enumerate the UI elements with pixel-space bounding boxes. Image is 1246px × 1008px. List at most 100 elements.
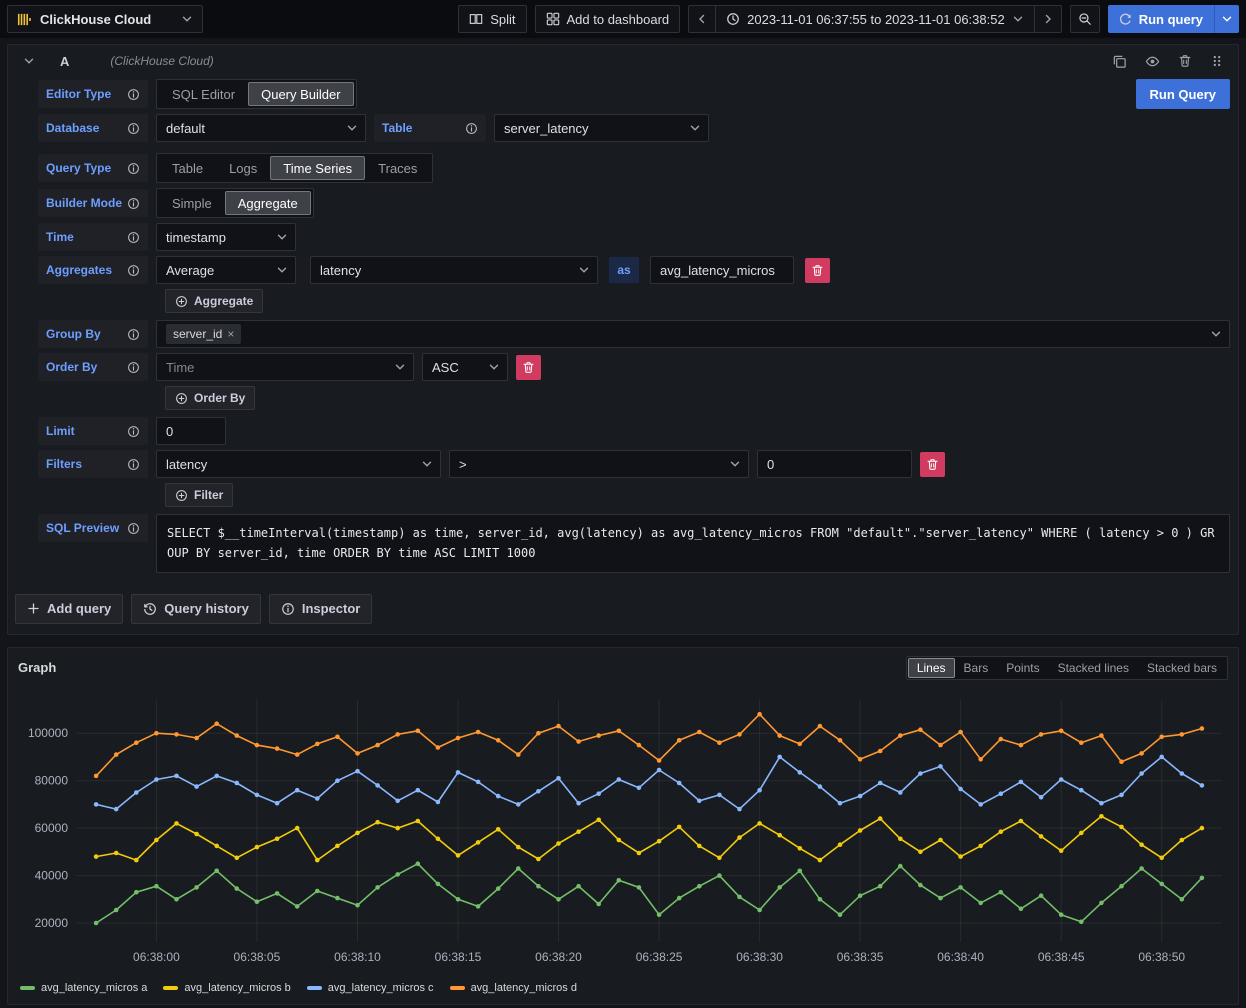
remove-aggregate-button[interactable]	[805, 258, 830, 283]
time-range-button[interactable]: 2023-11-01 06:37:55 to 2023-11-01 06:38:…	[716, 5, 1035, 33]
info-icon[interactable]	[127, 458, 140, 471]
legend-item[interactable]: avg_latency_micros a	[20, 982, 147, 994]
remove-tag-icon[interactable]: ×	[227, 327, 234, 341]
info-icon[interactable]	[127, 361, 140, 374]
inspector-label: Inspector	[302, 601, 361, 616]
group-by-tag-label: server_id	[173, 327, 222, 341]
remove-order-by-button[interactable]	[516, 355, 541, 380]
legend-item[interactable]: avg_latency_micros c	[307, 982, 434, 994]
query-type-traces[interactable]: Traces	[365, 156, 430, 180]
chevron-right-icon	[1042, 13, 1054, 25]
editor-type-sql-editor[interactable]: SQL Editor	[159, 82, 248, 106]
info-icon[interactable]	[127, 162, 140, 175]
graph-header: Graph Lines Bars Points Stacked lines St…	[8, 648, 1238, 682]
legend-label: avg_latency_micros b	[184, 982, 290, 994]
graph-style-stacked-bars[interactable]: Stacked bars	[1138, 658, 1226, 678]
legend-swatch	[307, 986, 322, 990]
legend-swatch	[20, 986, 35, 990]
legend-item[interactable]: avg_latency_micros d	[450, 982, 577, 994]
info-icon[interactable]	[127, 88, 140, 101]
info-icon[interactable]	[127, 264, 140, 277]
graph-style-bars[interactable]: Bars	[955, 658, 998, 678]
builder-mode-simple[interactable]: Simple	[159, 191, 225, 215]
graph-style-points[interactable]: Points	[997, 658, 1048, 678]
add-to-dashboard-button[interactable]: Add to dashboard	[535, 5, 681, 33]
chevron-down-icon	[1012, 13, 1024, 25]
query-type-table[interactable]: Table	[159, 156, 216, 180]
time-shift-back-button[interactable]	[688, 5, 716, 33]
info-icon[interactable]	[127, 425, 140, 438]
hide-response-icon[interactable]	[1145, 54, 1160, 69]
info-icon[interactable]	[127, 522, 140, 535]
graph-panel: Graph Lines Bars Points Stacked lines St…	[7, 647, 1239, 1005]
filters-label: Filters	[46, 457, 82, 471]
query-row-header: A (ClickHouse Cloud)	[8, 45, 1238, 77]
info-icon[interactable]	[127, 328, 140, 341]
add-query-button[interactable]: Add query	[15, 594, 123, 624]
time-shift-forward-button[interactable]	[1035, 5, 1062, 33]
add-to-dashboard-label: Add to dashboard	[567, 12, 670, 27]
remove-filter-button[interactable]	[920, 452, 945, 477]
search-minus-icon	[1078, 12, 1092, 26]
time-column-select[interactable]: timestamp	[156, 223, 296, 251]
query-type-label: Query Type	[46, 161, 111, 175]
plus-icon	[27, 602, 40, 615]
add-aggregate-label: Aggregate	[194, 294, 253, 308]
sql-preview-text: SELECT $__timeInterval(timestamp) as tim…	[156, 514, 1230, 573]
svg-text:06:38:10: 06:38:10	[334, 950, 381, 964]
remove-query-icon[interactable]	[1178, 54, 1192, 68]
aggregate-column-select[interactable]: latency	[310, 256, 598, 284]
info-icon[interactable]	[127, 231, 140, 244]
legend-item[interactable]: avg_latency_micros b	[163, 982, 290, 994]
order-by-label: Order By	[46, 360, 97, 374]
zoom-out-button[interactable]	[1070, 5, 1100, 33]
limit-input[interactable]	[156, 417, 226, 445]
query-type-time-series[interactable]: Time Series	[270, 156, 365, 180]
filter-value-input[interactable]	[757, 450, 912, 478]
query-ref-id[interactable]: A	[60, 54, 69, 69]
database-value: default	[166, 121, 205, 136]
legend-swatch	[163, 986, 178, 990]
add-aggregate-button[interactable]: Aggregate	[165, 289, 263, 313]
run-query-button[interactable]: Run query	[1108, 5, 1214, 33]
split-button[interactable]: Split	[458, 5, 526, 33]
info-icon[interactable]	[465, 122, 478, 135]
collapse-query-icon[interactable]	[23, 55, 35, 67]
run-query-panel-button[interactable]: Run Query	[1136, 79, 1230, 109]
graph-style-stacked-lines[interactable]: Stacked lines	[1049, 658, 1138, 678]
add-filter-button[interactable]: Filter	[165, 483, 233, 507]
graph-style-lines[interactable]: Lines	[908, 658, 955, 678]
inspector-button[interactable]: Inspector	[269, 594, 373, 624]
order-by-direction-select[interactable]: ASC	[422, 353, 508, 381]
svg-text:06:38:45: 06:38:45	[1038, 950, 1085, 964]
aggregate-function-select[interactable]: Average	[156, 256, 296, 284]
legend-swatch	[450, 986, 465, 990]
info-icon[interactable]	[127, 197, 140, 210]
svg-text:20000: 20000	[35, 916, 69, 930]
group-by-multiselect[interactable]: server_id ×	[156, 320, 1230, 348]
aggregate-alias-input[interactable]	[650, 256, 794, 284]
database-label: Database	[46, 121, 99, 135]
query-type-logs[interactable]: Logs	[216, 156, 270, 180]
group-by-tag[interactable]: server_id ×	[166, 324, 241, 344]
editor-type-query-builder[interactable]: Query Builder	[248, 82, 353, 106]
order-by-field-select[interactable]: Time	[156, 353, 414, 381]
drag-handle-icon[interactable]	[1210, 54, 1224, 68]
svg-text:60000: 60000	[35, 821, 69, 835]
builder-mode-aggregate[interactable]: Aggregate	[225, 191, 311, 215]
filter-field-select[interactable]: latency	[156, 450, 441, 478]
svg-text:06:38:35: 06:38:35	[837, 950, 884, 964]
datasource-picker[interactable]: ClickHouse Cloud	[7, 5, 203, 33]
add-order-by-button[interactable]: Order By	[165, 386, 255, 410]
svg-text:06:38:20: 06:38:20	[535, 950, 582, 964]
table-select[interactable]: server_latency	[494, 114, 709, 142]
info-icon[interactable]	[127, 122, 140, 135]
timeseries-chart: 2000040000600008000010000006:38:0006:38:…	[16, 686, 1232, 978]
chevron-down-icon	[578, 264, 590, 276]
filter-operator-select[interactable]: >	[449, 450, 749, 478]
field-label-database: Database	[38, 114, 148, 142]
run-query-interval-button[interactable]	[1214, 5, 1239, 33]
query-history-button[interactable]: Query history	[131, 594, 261, 624]
duplicate-query-icon[interactable]	[1112, 54, 1127, 69]
database-select[interactable]: default	[156, 114, 366, 142]
